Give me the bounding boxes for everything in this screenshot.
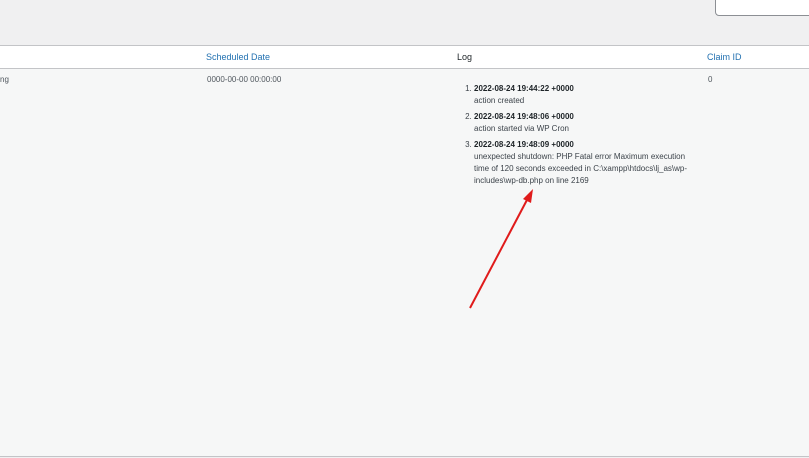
arrow-shaft	[469, 197, 529, 309]
annotation-arrow	[469, 189, 533, 309]
arrow-head	[523, 189, 533, 203]
